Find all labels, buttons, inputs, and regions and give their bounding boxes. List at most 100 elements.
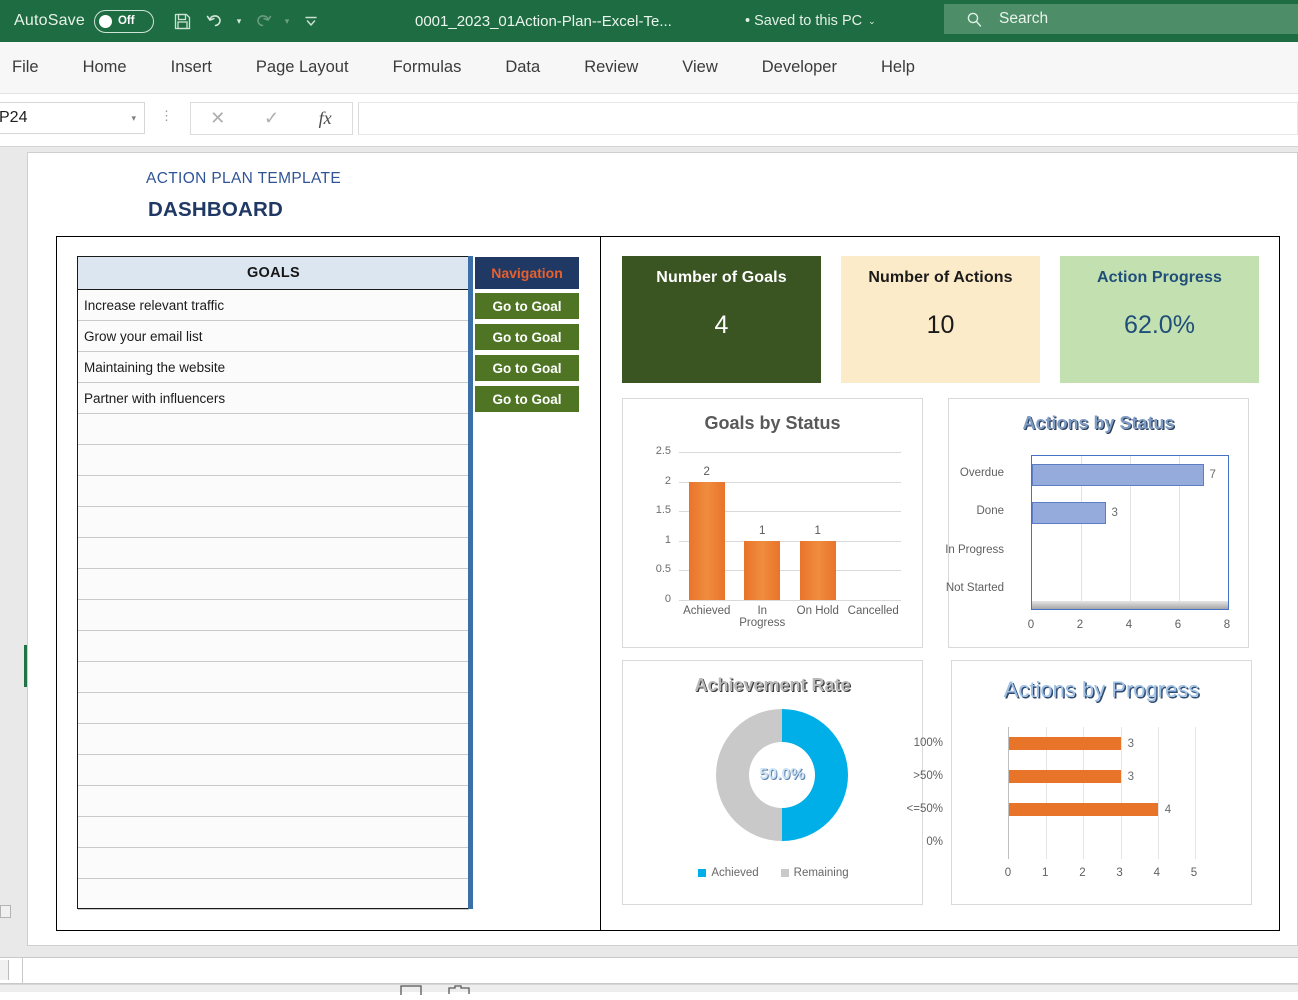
actions-by-status-chart: Not Started In Progress 3 Done 7 Overdue 0 2 4 6… <box>945 447 1250 647</box>
formula-input[interactable] <box>358 102 1298 135</box>
x-axis-tick-label: 4 <box>1153 867 1160 879</box>
goals-table-right-border <box>468 256 473 909</box>
select-all-corner[interactable] <box>0 905 11 918</box>
x-axis-tick-label: 8 <box>1223 619 1231 631</box>
y-axis-tick-label: 1.5 <box>655 504 671 517</box>
bar-row: 7 <box>1032 464 1216 487</box>
x-axis-tick-label: Achieved <box>683 605 731 617</box>
legend-swatch-icon <box>780 869 789 877</box>
goal-row-empty[interactable] <box>78 538 469 569</box>
y-axis-tick-label: 0% <box>926 835 943 848</box>
x-axis-tick-label: 1 <box>1041 867 1049 879</box>
redo-dropdown-icon[interactable]: ▾ <box>280 6 294 36</box>
x-axis-tick-label: 0 <box>1027 619 1035 631</box>
goal-row-empty[interactable] <box>78 600 469 631</box>
document-title[interactable]: 0001_2023_01Action-Plan--Excel-Te... <box>415 13 672 30</box>
go-to-goal-button-1[interactable]: Go to Goal <box>475 293 579 319</box>
x-axis-tick-label: On Hold <box>796 605 839 617</box>
gridline <box>1157 727 1159 859</box>
goal-row-empty[interactable] <box>78 631 469 662</box>
sheet-tab-separator <box>22 958 23 983</box>
bar <box>1009 770 1121 783</box>
x-axis-tick-label: 4 <box>1125 619 1133 631</box>
goals-row-container: Increase relevant traffic Grow your email… <box>78 290 469 910</box>
goal-row[interactable]: Grow your email list <box>78 321 469 352</box>
search-input[interactable]: Search <box>944 4 1298 34</box>
goal-row-empty[interactable] <box>78 414 469 445</box>
tab-review[interactable]: Review <box>584 52 638 83</box>
tab-page-layout[interactable]: Page Layout <box>256 52 349 83</box>
goals-table-header: GOALS <box>78 257 469 290</box>
goal-row-empty[interactable] <box>78 507 469 538</box>
y-axis-tick-label: >50% <box>913 769 943 782</box>
sheet-tab-bar[interactable] <box>0 957 1298 984</box>
goal-row-empty[interactable] <box>78 569 469 600</box>
chevron-down-icon: ⌄ <box>868 15 876 26</box>
customize-quick-access-icon[interactable] <box>296 6 326 36</box>
kpi-title: Number of Actions <box>868 269 1013 286</box>
goal-row[interactable]: Partner with influencers <box>78 383 469 414</box>
page-layout-view-icon[interactable] <box>448 982 470 1000</box>
legend-label: Achieved <box>711 867 759 879</box>
go-to-goal-button-4[interactable]: Go to Goal <box>475 386 579 412</box>
chart-panel-actions-by-status[interactable]: Actions by Status Not Started In Progress… <box>945 398 1250 648</box>
goal-row-empty[interactable] <box>78 724 469 755</box>
bar-row: 3 <box>1009 770 1134 783</box>
chart-title: Actions by Progress <box>1003 677 1200 702</box>
chart-panel-goals-by-status[interactable]: Goals by Status 0 0.5 1 1.5 2 2.5 2 1 1 Achieve… <box>622 398 923 648</box>
x-axis-tick-label: 6 <box>1174 619 1182 631</box>
y-axis-tick-label: Not Started <box>945 581 1004 594</box>
name-box[interactable]: P24 ▾ <box>0 102 145 134</box>
chevron-down-icon[interactable]: ▾ <box>131 113 136 124</box>
tab-file[interactable]: File <box>12 52 39 83</box>
bar-data-label: 3 <box>1127 770 1134 783</box>
bar-data-label: 7 <box>1209 469 1216 482</box>
goal-row-empty[interactable] <box>78 445 469 476</box>
goal-row-empty[interactable] <box>78 693 469 724</box>
bar-column <box>846 452 902 600</box>
undo-icon[interactable] <box>200 6 230 36</box>
goal-row-empty[interactable] <box>78 879 469 910</box>
goal-row-empty[interactable] <box>78 848 469 879</box>
bar <box>1009 803 1158 816</box>
autosave-toggle[interactable]: Off <box>93 9 154 33</box>
name-box-value: P24 <box>0 109 28 126</box>
go-to-goal-button-3[interactable]: Go to Goal <box>475 355 579 381</box>
go-to-goal-button-2[interactable]: Go to Goal <box>475 324 579 350</box>
goal-row-empty[interactable] <box>78 476 469 507</box>
goals-table: GOALS Increase relevant traffic Grow your… <box>77 256 470 910</box>
actions-by-progress-chart: 0% 4 <=50% 3 >50% 3 100% 0 1 2 3 4 5 <box>907 717 1253 907</box>
goal-row-empty[interactable] <box>78 786 469 817</box>
sheet-nav-button[interactable] <box>0 960 9 980</box>
save-status[interactable]: • Saved to this PC ⌄ <box>745 13 876 29</box>
goal-row[interactable]: Maintaining the website <box>78 352 469 383</box>
chart-panel-achievement-rate[interactable]: Achievement Rate 50.0% Achieved Remainin… <box>622 660 923 905</box>
bar-data-label: 1 <box>759 524 766 537</box>
tab-home[interactable]: Home <box>83 52 127 83</box>
goal-row-empty[interactable] <box>78 755 469 786</box>
goal-row-empty[interactable] <box>78 817 469 848</box>
x-axis-tick-label: 3 <box>1116 867 1123 879</box>
tab-developer[interactable]: Developer <box>762 52 837 83</box>
tab-data[interactable]: Data <box>505 52 540 83</box>
tab-view[interactable]: View <box>682 52 717 83</box>
title-bar: AutoSave Off ▾ ▾ 0001_2023_01Action-Plan… <box>0 0 1298 42</box>
x-axis-tick-label: Cancelled <box>847 605 899 617</box>
goal-row[interactable]: Increase relevant traffic <box>78 290 469 321</box>
search-placeholder: Search <box>999 10 1049 27</box>
tab-insert[interactable]: Insert <box>171 52 212 83</box>
undo-dropdown-icon[interactable]: ▾ <box>232 6 246 36</box>
tab-help[interactable]: Help <box>881 52 915 83</box>
bar-data-label: 4 <box>1164 803 1172 816</box>
normal-view-icon[interactable] <box>400 982 422 1000</box>
tab-formulas[interactable]: Formulas <box>393 52 462 83</box>
insert-function-icon[interactable]: fx <box>301 108 349 129</box>
goal-row-empty[interactable] <box>78 662 469 693</box>
save-icon[interactable] <box>168 6 198 36</box>
chart-panel-actions-by-progress[interactable]: Actions by Progress 0% 4 <=50% 3 >50% 3 100% 0… <box>907 660 1253 907</box>
formula-bar-grip[interactable]: ⋮ <box>160 108 173 124</box>
confirm-icon[interactable]: ✓ <box>247 108 295 129</box>
y-axis-tick-label: Done <box>976 505 1005 518</box>
cancel-icon[interactable]: ✕ <box>194 108 242 129</box>
chart-plot-area: Not Started In Progress 3 Done 7 Overdue <box>945 455 1229 610</box>
